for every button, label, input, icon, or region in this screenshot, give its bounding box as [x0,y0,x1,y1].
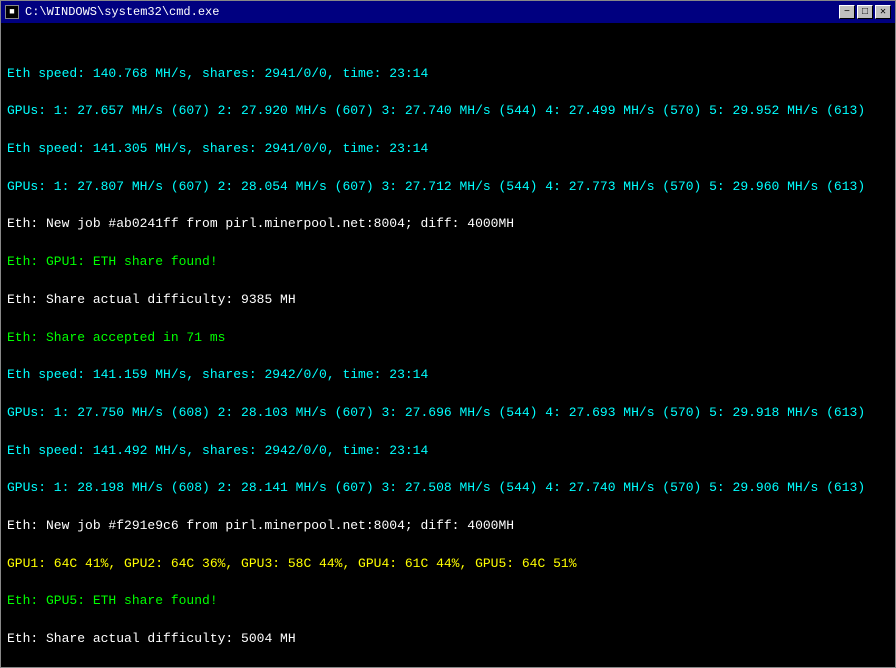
terminal-line: Eth speed: 141.305 MH/s, shares: 2941/0/… [7,140,889,159]
terminal-line: Eth speed: 141.492 MH/s, shares: 2942/0/… [7,442,889,461]
terminal-line: Eth: Share actual difficulty: 9385 MH [7,291,889,310]
terminal-line: Eth: Share accepted in 71 ms [7,329,889,348]
terminal-output: Eth speed: 140.768 MH/s, shares: 2941/0/… [1,23,895,667]
terminal-line: Eth speed: 140.768 MH/s, shares: 2941/0/… [7,65,889,84]
terminal-line: GPUs: 1: 28.198 MH/s (608) 2: 28.141 MH/… [7,479,889,498]
terminal-line: Eth: New job #ab0241ff from pirl.minerpo… [7,215,889,234]
close-button[interactable]: ✕ [875,5,891,19]
terminal-line: Eth: New job #f291e9c6 from pirl.minerpo… [7,517,889,536]
minimize-button[interactable]: − [839,5,855,19]
terminal-line: GPUs: 1: 27.657 MH/s (607) 2: 27.920 MH/… [7,102,889,121]
title-bar-left: ■ C:\WINDOWS\system32\cmd.exe [5,5,219,19]
terminal-line: Eth: Share actual difficulty: 5004 MH [7,630,889,649]
window-title: C:\WINDOWS\system32\cmd.exe [25,5,219,19]
maximize-button[interactable]: □ [857,5,873,19]
terminal-line: GPUs: 1: 27.807 MH/s (607) 2: 28.054 MH/… [7,178,889,197]
terminal-line: GPU1: 64C 41%, GPU2: 64C 36%, GPU3: 58C … [7,555,889,574]
window: ■ C:\WINDOWS\system32\cmd.exe − □ ✕ Eth … [0,0,896,668]
window-icon: ■ [5,5,19,19]
title-bar: ■ C:\WINDOWS\system32\cmd.exe − □ ✕ [1,1,895,23]
terminal-line: Eth speed: 141.159 MH/s, shares: 2942/0/… [7,366,889,385]
terminal-line: Eth: GPU5: ETH share found! [7,592,889,611]
terminal-line: GPUs: 1: 27.750 MH/s (608) 2: 28.103 MH/… [7,404,889,423]
title-bar-controls: − □ ✕ [839,5,891,19]
terminal-line: Eth: GPU1: ETH share found! [7,253,889,272]
